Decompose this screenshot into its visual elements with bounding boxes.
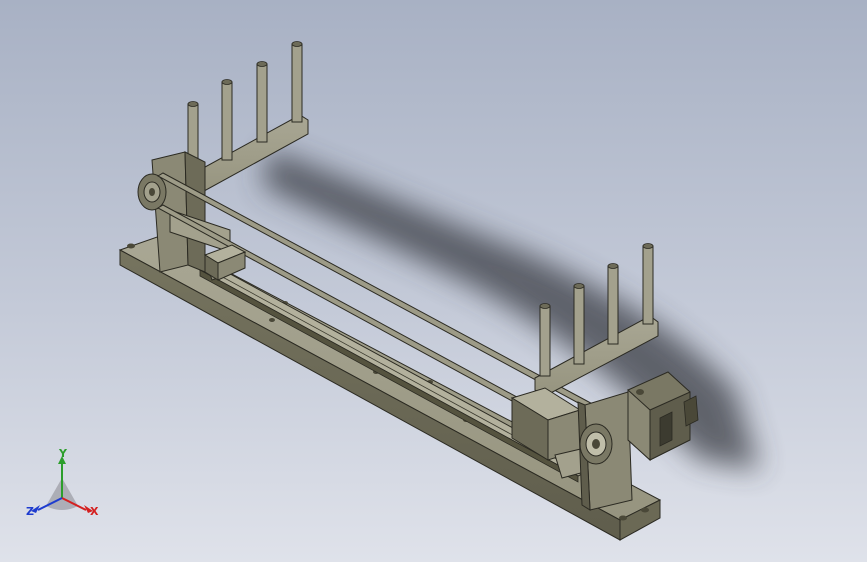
axis-z-label: Z: [26, 505, 34, 518]
carriage-left[interactable]: [203, 244, 247, 281]
cad-viewport[interactable]: Y X Z: [0, 0, 867, 562]
cad-model-scene[interactable]: [0, 0, 867, 562]
drive-pulley[interactable]: [579, 423, 613, 465]
axis-x-label: X: [90, 505, 99, 518]
axis-y-label: Y: [59, 447, 67, 460]
idler-pulley[interactable]: [137, 173, 167, 211]
axis-triad-graphic: [31, 456, 93, 513]
axis-triad[interactable]: Y X Z: [22, 448, 112, 528]
